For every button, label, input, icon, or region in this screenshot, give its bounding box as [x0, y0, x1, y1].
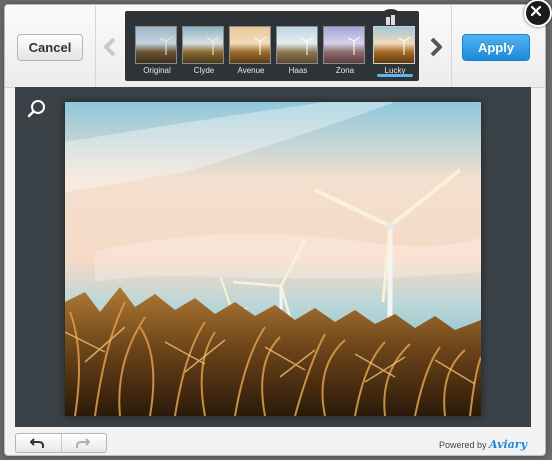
top-toolbar: Cancel Original Clyde Avenue Haas Zona L… [5, 5, 545, 88]
filter-label: Original [143, 66, 171, 75]
filter-strip: Original Clyde Avenue Haas Zona Lucky [125, 9, 419, 81]
filter-preview [135, 26, 177, 64]
bottom-toolbar: Powered by Aviary [5, 429, 545, 455]
filter-label: Zona [335, 66, 355, 75]
filter-preview [276, 26, 318, 64]
divider [451, 5, 452, 87]
image-canvas [15, 87, 531, 427]
filter-preview [373, 26, 415, 64]
photo-editor-dialog: Cancel Original Clyde Avenue Haas Zona L… [4, 0, 552, 456]
powered-prefix: Powered by [438, 440, 487, 450]
chevron-right-icon[interactable] [429, 37, 443, 57]
close-icon[interactable] [524, 0, 552, 27]
selected-indicator [377, 74, 413, 77]
filter-thumb-original[interactable]: Original [135, 26, 179, 76]
filter-label: Avenue [237, 66, 265, 75]
filter-preview [323, 26, 365, 64]
filter-preview [229, 26, 271, 64]
edited-photo [64, 102, 482, 417]
cancel-button[interactable]: Cancel [17, 34, 83, 61]
powered-by-credit: Powered by Aviary [439, 438, 527, 451]
filter-thumb-avenue[interactable]: Avenue [229, 26, 273, 76]
filter-thumb-lucky[interactable]: Lucky [373, 26, 417, 77]
undo-icon[interactable] [16, 434, 60, 452]
filter-preview [182, 26, 224, 64]
redo-icon[interactable] [61, 434, 107, 452]
magnifier-icon[interactable] [27, 99, 47, 124]
filter-label: Haas [288, 66, 308, 75]
divider [95, 5, 96, 87]
chevron-left-icon[interactable] [103, 37, 117, 57]
history-controls [15, 433, 107, 453]
filter-label: Clyde [193, 66, 215, 75]
aviary-logo[interactable]: Aviary [489, 438, 527, 451]
filter-thumb-clyde[interactable]: Clyde [182, 26, 226, 76]
apply-button[interactable]: Apply [462, 34, 530, 61]
filter-thumb-zona[interactable]: Zona [323, 26, 367, 76]
filter-thumb-haas[interactable]: Haas [276, 26, 320, 76]
